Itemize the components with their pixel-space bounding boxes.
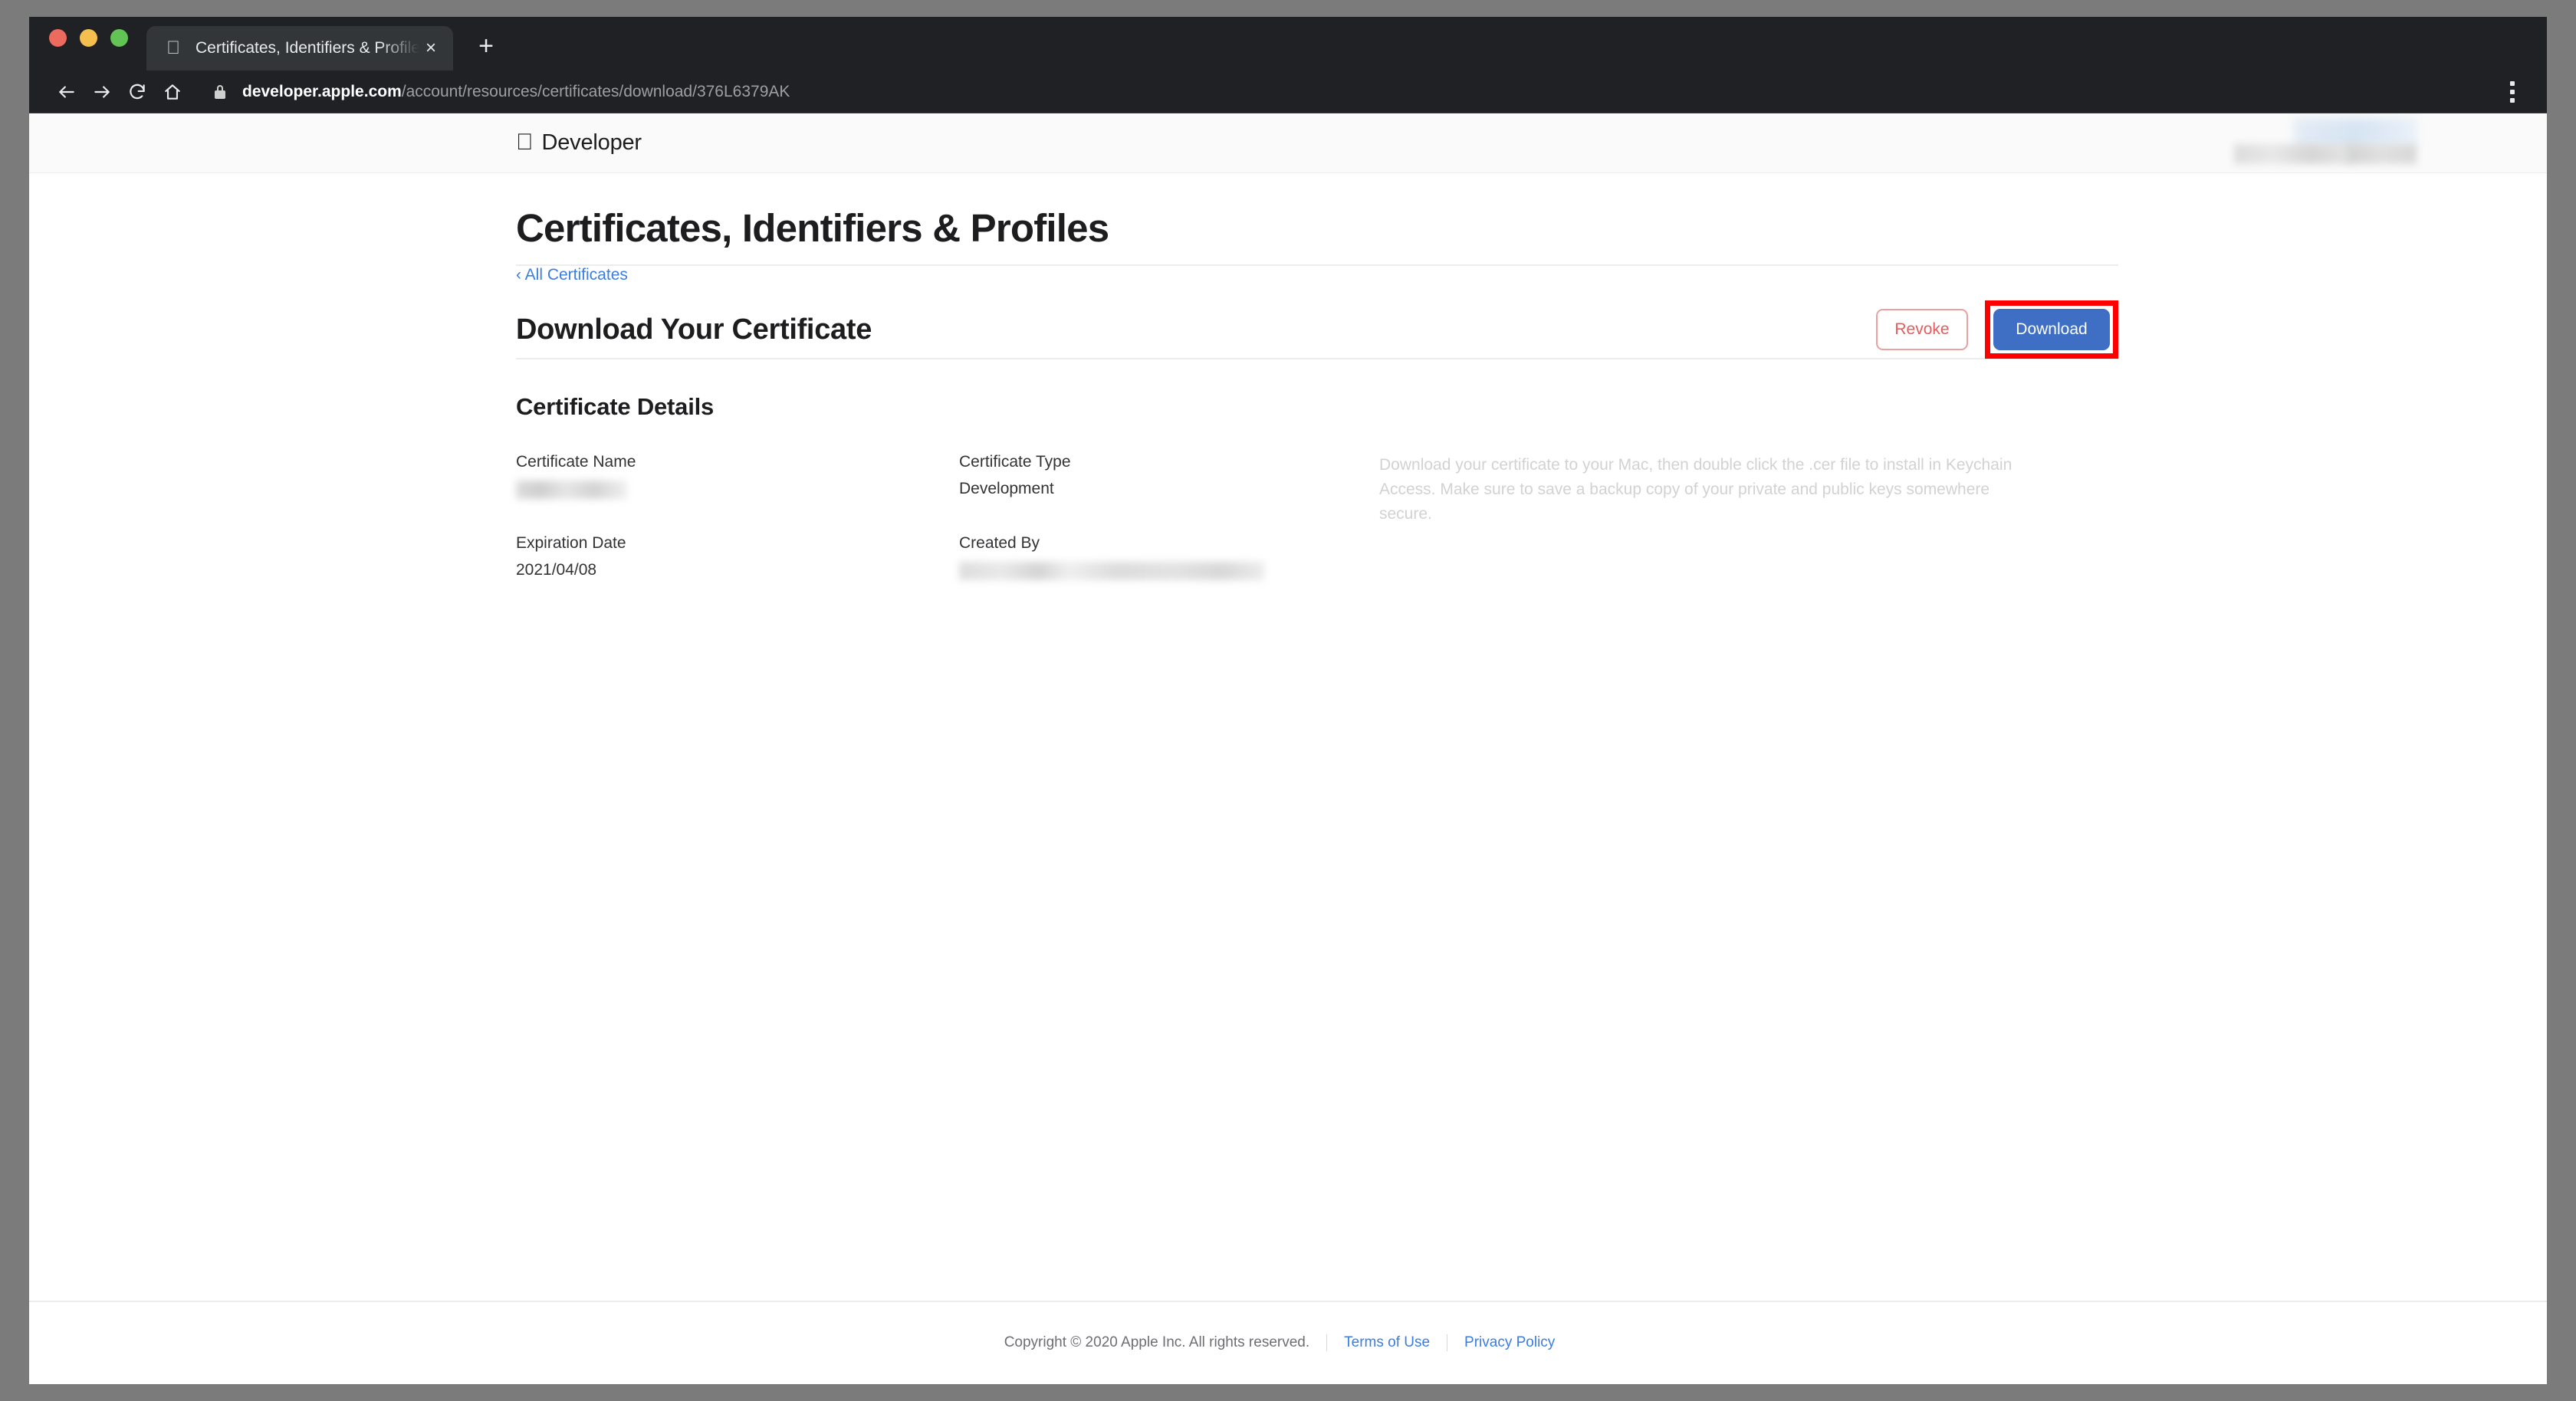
certificate-details-title: Certificate Details [516,393,715,420]
revoke-button[interactable]: Revoke [1876,309,1968,350]
url-path: /account/resources/certificates/download… [401,82,790,100]
field-value: 2021/04/08 [516,561,597,579]
action-buttons: Revoke Download [1876,300,2118,359]
maximize-window-button[interactable] [110,28,128,47]
download-button[interactable]: Download [1993,309,2110,350]
certificate-details-grid: Certificate Name Certificate Type Develo… [516,451,2118,581]
field-expiration-date: Expiration Date 2021/04/08 [516,533,959,582]
url-host: developer.apple.com [242,82,402,100]
browser-tab[interactable]:  Certificates, Identifiers & Profiles × [146,26,453,71]
url-text: developer.apple.com/account/resources/ce… [242,83,790,101]
page-footer: Copyright © 2020 Apple Inc. All rights r… [29,1301,2547,1383]
redacted-block [2234,144,2349,164]
home-icon[interactable] [155,74,190,110]
browser-window:  Certificates, Identifiers & Profiles ×… [29,17,2547,1384]
field-certificate-name: Certificate Name [516,451,959,500]
back-arrow-icon[interactable] [49,74,84,110]
brand-label: Developer [524,130,642,155]
copyright-text: Copyright © 2020 Apple Inc. All rights r… [1004,1334,1310,1350]
browser-tab-strip:  Certificates, Identifiers & Profiles ×… [29,17,2547,71]
address-bar[interactable]: developer.apple.com/account/resources/ce… [209,74,2495,110]
apple-logo-icon:  [516,131,534,154]
tab-title: Certificates, Identifiers & Profiles [196,39,419,57]
reload-icon[interactable] [120,74,155,110]
minimize-window-button[interactable] [80,28,97,47]
section-header: Download Your Certificate Revoke Downloa… [516,300,2118,359]
menu-dot [2510,97,2515,103]
close-tab-icon[interactable]: × [419,39,442,57]
title-divider [516,264,2118,266]
privacy-policy-link[interactable]: Privacy Policy [1447,1334,1572,1351]
breadcrumb-all-certificates[interactable]: ‹ All Certificates [516,266,628,284]
terms-of-use-link[interactable]: Terms of Use [1327,1334,1447,1351]
desktop-background:  Certificates, Identifiers & Profiles ×… [0,0,2576,1401]
window-controls [49,17,128,71]
section-title: Download Your Certificate [516,313,872,346]
account-info-redacted[interactable] [2156,113,2417,173]
lock-icon [209,84,232,100]
download-instructions-note: Download your certificate to your Mac, t… [1379,456,2013,523]
page-viewport:  Developer Certificates, Identifiers & … [29,113,2547,1383]
site-header:  Developer [29,113,2547,173]
field-label: Created By [959,533,1040,552]
field-label: Expiration Date [516,533,626,552]
forward-arrow-icon[interactable] [84,74,120,110]
three-dot-menu-icon[interactable] [2495,80,2530,103]
redacted-block [2346,144,2417,164]
redacted-certificate-name-value [516,481,627,500]
field-certificate-type: Certificate Type Development [959,451,1379,500]
download-highlight-annotation: Download [1985,300,2118,359]
page-title: Certificates, Identifiers & Profiles [516,206,1109,250]
redacted-created-by-value [959,562,1264,581]
browser-toolbar: developer.apple.com/account/resources/ce… [29,71,2547,113]
menu-dot [2510,80,2515,86]
menu-dot [2510,89,2515,94]
close-window-button[interactable] [49,28,67,47]
new-tab-button[interactable]: + [470,31,502,63]
apple-icon:  [163,38,183,58]
page-content: Certificates, Identifiers & Profiles ‹ A… [29,173,2547,581]
field-created-by: Created By [959,533,1379,582]
apple-developer-logo[interactable]:  Developer [516,130,642,156]
field-label: Certificate Name [516,453,636,471]
field-value: Development [959,480,1054,498]
field-label: Certificate Type [959,453,1071,471]
